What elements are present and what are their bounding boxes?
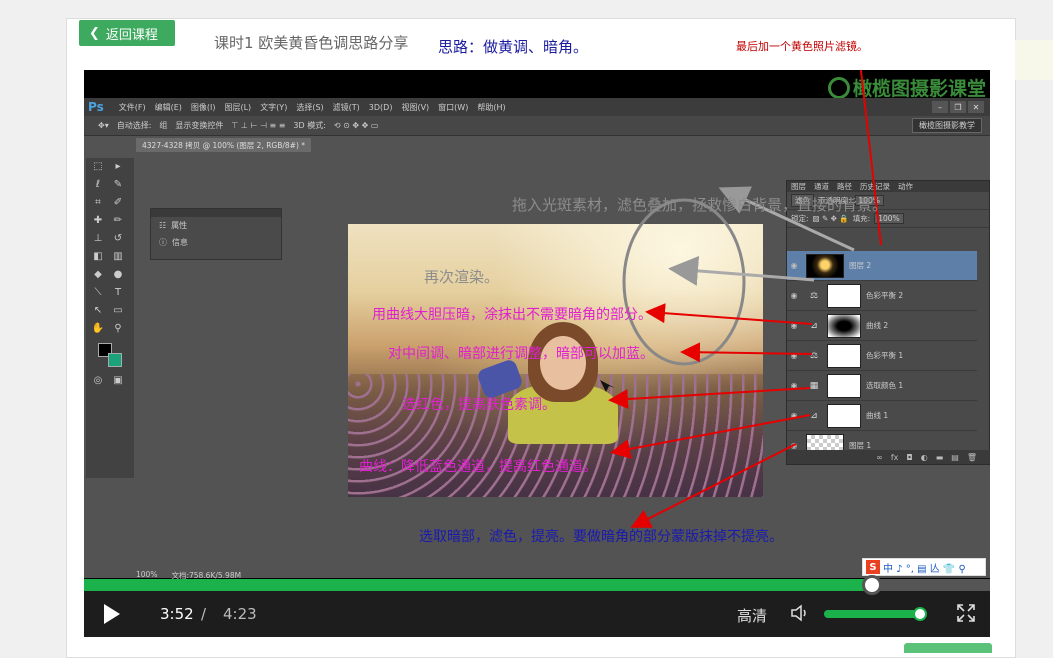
green-action-button[interactable] bbox=[904, 643, 992, 653]
ime-toolbar[interactable]: S 中 ♪ °, ▤ 亾 👕 ⚲ bbox=[862, 558, 986, 576]
chevron-left-icon: ❮ bbox=[89, 25, 100, 41]
volume-fill bbox=[824, 610, 920, 618]
fullscreen-icon[interactable] bbox=[956, 603, 976, 623]
total-time: 4:23 bbox=[223, 605, 257, 623]
volume-slider[interactable] bbox=[824, 607, 927, 621]
red-arrow bbox=[630, 443, 797, 528]
back-to-course-button[interactable]: ❮ 返回课程 bbox=[79, 20, 175, 46]
play-icon[interactable] bbox=[104, 604, 120, 624]
annotation-selective: 选红色，提高肤色素调。 bbox=[402, 397, 556, 413]
quality-button[interactable]: 高清 bbox=[737, 605, 767, 626]
progress-fill bbox=[84, 579, 873, 591]
red-arrow bbox=[608, 387, 811, 410]
lesson-title: 课时1 欧美黄昏色调思路分享 bbox=[214, 34, 409, 52]
progress-bar[interactable] bbox=[84, 575, 990, 595]
back-button-label: 返回课程 bbox=[105, 27, 158, 43]
highlight-circle bbox=[622, 198, 746, 366]
video-player[interactable]: 橄榄图摄影课堂 Ps 文件(F) 编辑(E) 图像(I) 图层(L) 文字(Y)… bbox=[84, 70, 990, 637]
filter-note: 最后加一个黄色照片滤镜。 bbox=[736, 40, 868, 53]
annotation-midtones: 对中间调、暗部进行调整，暗部可以加蓝。 bbox=[388, 346, 654, 362]
cursor-icon bbox=[600, 380, 615, 392]
red-arrow bbox=[610, 414, 811, 459]
red-arrow bbox=[859, 70, 882, 246]
annotation-light-spot: 拖入光斑素材，滤色叠加，拯救惨白背景，直接的背景。 bbox=[512, 196, 888, 214]
ime-logo-icon: S bbox=[866, 560, 880, 574]
annotation-re-render: 再次渲染。 bbox=[424, 268, 500, 286]
red-arrow bbox=[680, 342, 813, 363]
progress-thumb[interactable] bbox=[862, 575, 883, 595]
annotation-select-dark: 选取暗部，滤色，提亮。要做暗角的部分蒙版抹掉不提亮。 bbox=[419, 529, 783, 545]
volume-icon[interactable] bbox=[790, 603, 810, 623]
current-time: 3:52 bbox=[160, 605, 194, 623]
side-strip bbox=[1015, 40, 1053, 80]
annotation-curves-blue: 曲线：降低蓝色通道，提高红色通道。 bbox=[359, 459, 597, 475]
annotation-curves-dark: 用曲线大胆压暗，涂抹出不需要暗角的部分。 bbox=[372, 307, 652, 323]
time-separator: / bbox=[201, 605, 207, 623]
ime-items: 中 ♪ °, ▤ 亾 👕 ⚲ bbox=[883, 563, 966, 575]
video-controls: 3:52 / 4:23 高清 bbox=[84, 575, 990, 637]
red-arrow bbox=[645, 303, 813, 325]
volume-thumb[interactable] bbox=[913, 607, 927, 621]
idea-note: 思路：做黄调、暗角。 bbox=[438, 38, 589, 56]
